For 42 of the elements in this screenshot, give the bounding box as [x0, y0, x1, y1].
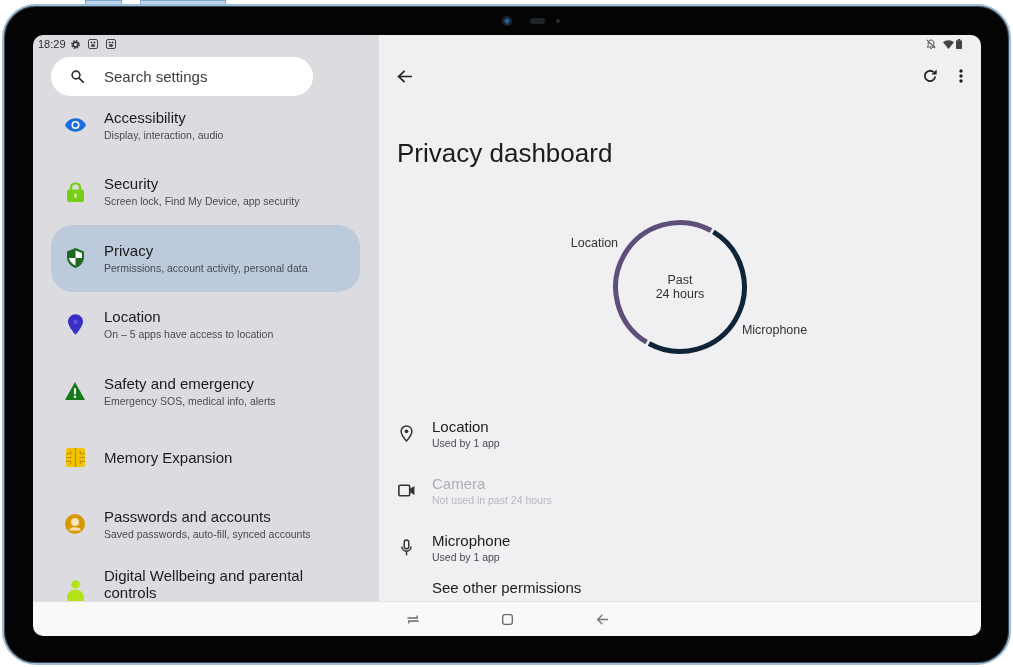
refresh-icon[interactable]: [923, 69, 937, 83]
lock-icon: [66, 181, 84, 203]
search-field[interactable]: Search settings: [51, 57, 313, 96]
home-icon[interactable]: [502, 613, 513, 625]
location-pin-icon: [399, 425, 413, 442]
camera-lens-icon: [501, 15, 512, 26]
eye-icon: [64, 118, 86, 133]
location-pin-icon: [67, 314, 83, 336]
sidebar-item[interactable]: Location On – 5 apps have access to location: [51, 291, 360, 358]
video-camera-icon: [397, 484, 415, 497]
chart-center-label: Past 24 hours: [655, 273, 705, 301]
chart-label: Microphone: [741, 322, 808, 337]
warning-icon: [65, 382, 85, 401]
sidebar-item[interactable]: Passwords and accounts Saved passwords, auto-fill, synced accounts: [51, 491, 360, 558]
sensor-icon: [529, 17, 545, 24]
battery-icon: [956, 39, 962, 49]
notification-icon: [105, 39, 116, 49]
shield-icon: [66, 248, 84, 269]
search-icon: [71, 70, 84, 83]
sensor-dot-icon: [555, 18, 560, 23]
status-time: 18:29: [38, 38, 66, 50]
permission-item[interactable]: Microphone Used by 1 app: [397, 519, 963, 576]
permissions-link[interactable]: See other permissions: [432, 579, 582, 596]
bell-off-icon: [926, 39, 936, 49]
notification-icon: [87, 39, 98, 49]
page-title: Privacy dashboard: [397, 137, 614, 169]
sidebar-item[interactable]: Privacy Permissions, account activity, personal data: [51, 225, 360, 292]
microphone-icon: [400, 539, 412, 556]
back-icon[interactable]: [397, 69, 412, 83]
chart-label: Location: [570, 236, 619, 251]
sidebar-item[interactable]: Security Screen lock, Find My Device, app security: [51, 158, 360, 225]
permission-item[interactable]: Location Used by 1 app: [397, 405, 963, 462]
sidebar-item[interactable]: Memory Expansion: [51, 424, 360, 491]
sidebar-item[interactable]: Safety and emergency Emergency SOS, medical info, alerts: [51, 358, 360, 425]
memory-chip-icon: [65, 448, 85, 468]
more-icon[interactable]: [959, 69, 963, 83]
account-icon: [65, 514, 85, 535]
recents-icon[interactable]: [407, 614, 419, 624]
gear-icon: [70, 39, 80, 49]
sidebar-item[interactable]: Digital Wellbeing and parental controls: [51, 557, 360, 601]
person-icon: [66, 580, 84, 601]
wifi-icon: [943, 39, 954, 49]
